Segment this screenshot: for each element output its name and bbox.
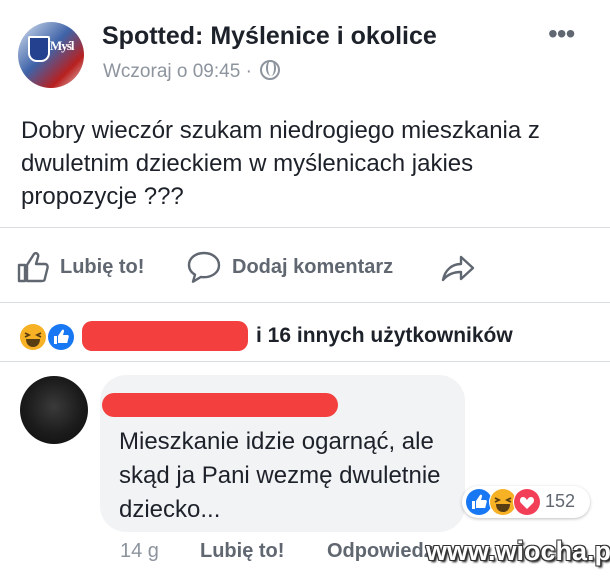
like-label: Lubię to! (60, 255, 145, 278)
comment-label: Dodaj komentarz (232, 255, 394, 278)
thumbs-up-icon (17, 252, 49, 283)
comment-button[interactable]: Dodaj komentarz (186, 250, 393, 284)
crest-icon (28, 36, 50, 62)
redacted-name (82, 321, 248, 351)
comment-reaction-count: 152 (545, 491, 576, 511)
redacted-commenter-name (102, 393, 338, 417)
meta-separator: · (245, 61, 252, 82)
divider (0, 302, 610, 303)
comment-reaction-icons (466, 488, 541, 516)
page-avatar[interactable]: Myśl (18, 22, 84, 88)
globe-icon (260, 60, 281, 80)
comment-reply-button[interactable]: Odpowiedz (327, 540, 434, 563)
love-icon (513, 488, 541, 516)
commenter-avatar[interactable] (20, 376, 88, 444)
like-icon (466, 489, 492, 515)
like-icon (47, 323, 75, 351)
reactions-others[interactable]: i 16 innych użytkowników (256, 324, 513, 348)
haha-icon (20, 324, 46, 350)
divider (0, 227, 610, 228)
reaction-summary-icons[interactable] (18, 322, 78, 352)
comment-icon (187, 251, 221, 283)
page-name[interactable]: Spotted: Myślenice i okolice (102, 22, 437, 51)
post-meta: Wczoraj o 09:45 · (103, 60, 281, 83)
share-icon (441, 255, 475, 282)
watermark: www.wiocha.pl (426, 536, 610, 566)
comment-time[interactable]: 14 g (120, 540, 159, 563)
post-timestamp[interactable]: Wczoraj o 09:45 (103, 61, 240, 82)
haha-icon (489, 488, 517, 516)
post-text: Dobry wieczór szukam niedrogiego mieszka… (21, 117, 540, 210)
divider (0, 361, 610, 362)
like-button[interactable]: Lubię to! (16, 250, 144, 284)
avatar-text: Myśl (50, 38, 74, 53)
more-options-icon[interactable]: ••• (548, 18, 575, 50)
share-button[interactable] (440, 250, 486, 284)
comment-text: Mieszkanie idzie ogarnąć, ale skąd ja Pa… (119, 428, 441, 523)
comment-like-button[interactable]: Lubię to! (200, 540, 284, 563)
